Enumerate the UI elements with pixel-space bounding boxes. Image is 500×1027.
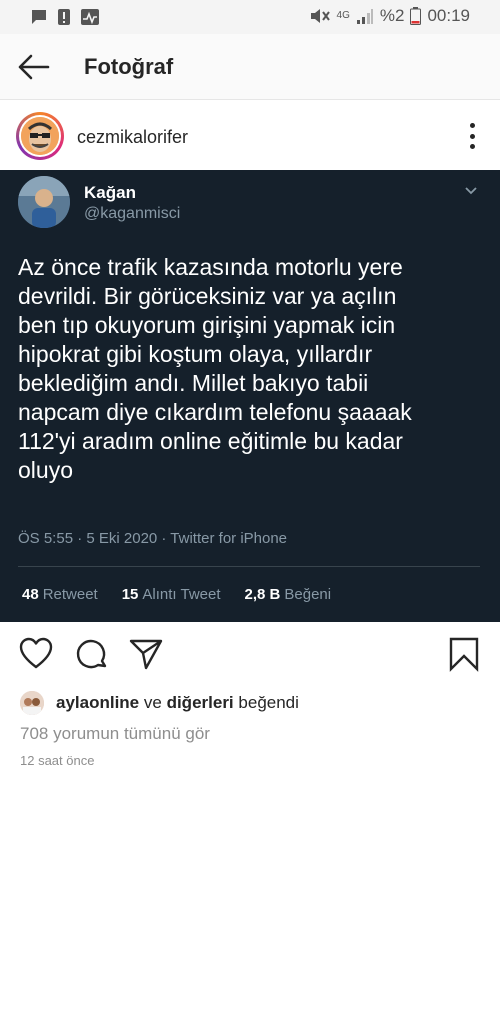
liker-username[interactable]: aylaonline [56,693,139,713]
likes-connector: ve [143,693,162,712]
more-options-icon[interactable] [468,123,476,149]
user-avatar[interactable] [16,112,64,160]
share-icon[interactable] [128,636,164,672]
view-all-comments-link[interactable]: 708 yorumun tümünü gör [20,724,210,744]
back-arrow-icon[interactable] [16,52,50,82]
likes-summary: aylaonline ve diğerleri beğendi [20,690,299,716]
bookmark-icon[interactable] [446,636,482,672]
alert-icon [58,9,70,25]
tweet-author-handle: @kaganmisci [84,205,181,222]
message-icon [32,10,46,24]
battery-icon [410,7,422,25]
like-stat: 2,8 B Beğeni [244,586,332,603]
status-bar: 4G %2 00:19 [0,0,500,34]
mute-icon [310,9,330,23]
tweet-author-name: Kağan [84,183,136,202]
app-header: Fotoğraf [0,34,500,100]
likes-suffix: beğendi [238,693,299,712]
tweet-author-avatar [18,176,70,228]
activity-icon [81,9,99,25]
liker-avatar[interactable] [20,691,44,715]
heart-icon[interactable] [18,636,54,672]
post-header: cezmikalorifer [0,101,500,169]
likes-others-link[interactable]: diğerleri [167,693,234,713]
comment-icon[interactable] [74,636,110,672]
notification-icons [30,8,100,26]
post-actions [0,632,500,676]
post-image[interactable]: Kağan @kaganmisci Az önce trafik kazasın… [0,170,500,622]
tweet-meta: ÖS 5:55 · 5 Eki 2020 · Twitter for iPhon… [18,530,288,547]
post-username[interactable]: cezmikalorifer [77,127,188,148]
network-type: 4G [336,10,350,21]
quote-tweet-stat: 15 Alıntı Tweet [121,586,221,603]
post-timestamp: 12 saat önce [20,753,95,768]
clock: 00:19 [427,6,470,25]
battery-percent: %2 [379,6,405,25]
tweet-text: Az önce trafik kazasında motorlu yere de… [18,254,412,483]
page-title: Fotoğraf [84,54,174,79]
system-icons: 4G %2 00:19 [309,6,470,26]
tweet-divider [18,566,480,567]
tweet-stats: 48 Retweet 15 Alıntı Tweet 2,8 B Beğeni [22,586,331,603]
cartoon-face-icon [21,117,59,155]
signal-icon [356,9,373,24]
chevron-down-icon [465,187,477,195]
retweet-stat: 48 Retweet [22,586,98,603]
